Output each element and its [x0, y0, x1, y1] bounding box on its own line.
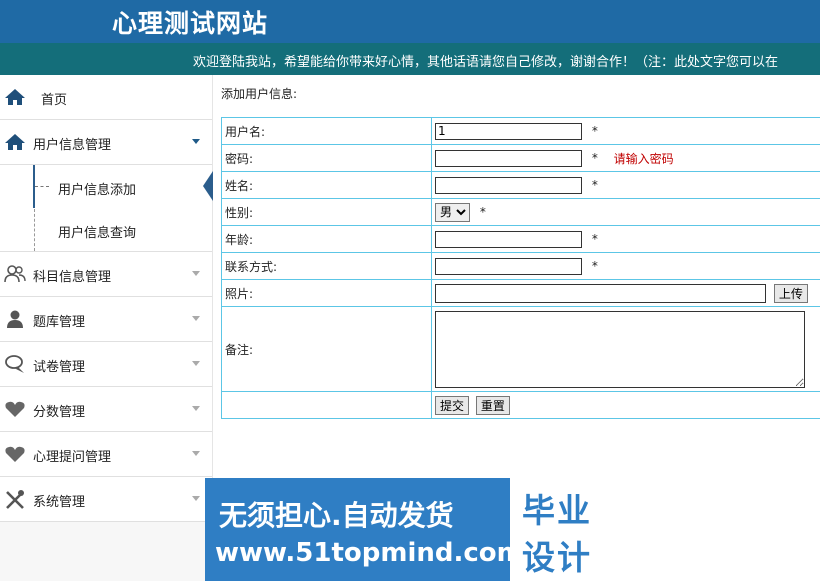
users-icon: [4, 265, 26, 283]
site-header: 心理测试网站: [0, 0, 820, 43]
sidebar-item-user-mgmt[interactable]: 用户信息管理: [0, 120, 212, 165]
tools-icon: [6, 490, 24, 509]
form-row-password: 密码: * 请输入密码: [221, 144, 820, 172]
sidebar-item-paper-mgmt[interactable]: 试卷管理: [0, 342, 212, 387]
form-row-actions: 提交 重置: [221, 391, 820, 419]
home-icon: [5, 89, 25, 105]
sidebar-item-label: 心理提问管理: [33, 450, 112, 465]
sidebar: 首页 用户信息管理 用户信息添加 用户信息查询 科目信息管理 题库管理 试卷管理: [0, 75, 213, 581]
sidebar-item-score-mgmt[interactable]: 分数管理: [0, 387, 212, 432]
chevron-down-icon: [192, 316, 200, 321]
sidebar-item-label: 用户信息管理: [33, 138, 112, 153]
home-icon: [5, 134, 25, 150]
sidebar-item-label: 科目信息管理: [33, 270, 112, 285]
form-row-photo: 照片: 上传: [221, 279, 820, 307]
gender-label: 性别:: [221, 198, 432, 226]
form-row-age: 年龄: *: [221, 225, 820, 253]
submenu-item-label: 用户信息添加: [58, 183, 137, 198]
site-title: 心理测试网站: [112, 9, 269, 38]
photo-path-input[interactable]: [435, 283, 766, 303]
username-input[interactable]: [435, 122, 582, 140]
sidebar-item-home[interactable]: 首页: [0, 75, 212, 120]
heart-icon: [5, 446, 25, 462]
user-form: 用户名: * 密码: * 请输入密码 姓名: * 性别: 男: [221, 117, 820, 419]
chevron-down-icon: [192, 271, 200, 276]
form-row-username: 用户名: *: [221, 117, 820, 145]
password-input[interactable]: [435, 149, 582, 167]
banner-badge: 毕业 设计: [510, 478, 614, 581]
required-mark: *: [591, 232, 598, 246]
age-label: 年龄:: [221, 225, 432, 253]
required-mark: *: [591, 151, 598, 165]
age-input[interactable]: [435, 230, 582, 248]
watermark-banner: 无须担心.自动发货 www.51topmind.com 毕业 设计: [205, 478, 614, 581]
required-mark: *: [591, 178, 598, 192]
sidebar-item-label: 题库管理: [33, 315, 86, 330]
sidebar-item-label: 试卷管理: [33, 360, 86, 375]
gender-select[interactable]: 男: [435, 202, 470, 222]
password-label: 密码:: [221, 144, 432, 172]
banner-badge-line1: 毕业: [522, 491, 592, 530]
sidebar-item-question-mgmt[interactable]: 心理提问管理: [0, 432, 212, 477]
form-row-name: 姓名: *: [221, 171, 820, 199]
sidebar-item-label: 系统管理: [33, 495, 86, 510]
submenu-item-label: 用户信息查询: [58, 226, 137, 241]
sidebar-item-subject-mgmt[interactable]: 科目信息管理: [0, 252, 212, 297]
sidebar-item-label: 分数管理: [33, 405, 86, 420]
chevron-down-icon: [192, 139, 200, 144]
person-icon: [7, 310, 23, 328]
chevron-down-icon: [192, 451, 200, 456]
heart-icon: [5, 401, 25, 417]
submenu-item-add-user[interactable]: 用户信息添加: [0, 165, 213, 208]
required-mark: *: [591, 124, 598, 138]
sidebar-item-label: 首页: [41, 93, 68, 108]
marquee-bar: 欢迎登陆我站，希望能给你带来好心情，其他话语请您自己修改，谢谢合作！（注：此处文…: [0, 43, 820, 75]
password-hint: 请输入密码: [613, 151, 674, 166]
sidebar-item-question-bank[interactable]: 题库管理: [0, 297, 212, 342]
banner-slogan: 无须担心.自动发货: [219, 499, 454, 532]
chevron-down-icon: [192, 406, 200, 411]
remark-textarea[interactable]: [435, 310, 805, 388]
required-mark: *: [479, 205, 486, 219]
required-mark: *: [591, 259, 598, 273]
form-row-remark: 备注:: [221, 306, 820, 392]
contact-input[interactable]: [435, 257, 582, 275]
user-submenu: 用户信息添加 用户信息查询: [0, 165, 213, 252]
contact-label: 联系方式:: [221, 252, 432, 280]
remark-label: 备注:: [221, 306, 432, 392]
form-title: 添加用户信息:: [221, 87, 298, 101]
chevron-down-icon: [192, 496, 200, 501]
sidebar-item-system-mgmt[interactable]: 系统管理: [0, 477, 212, 522]
submit-button[interactable]: 提交: [435, 395, 470, 415]
name-input[interactable]: [435, 176, 582, 194]
active-caret-icon: [203, 171, 213, 201]
chat-icon: [5, 355, 24, 373]
name-label: 姓名:: [221, 171, 432, 199]
username-label: 用户名:: [221, 117, 432, 145]
form-row-gender: 性别: 男 *: [221, 198, 820, 226]
chevron-down-icon: [192, 361, 200, 366]
banner-url: www.51topmind.com: [215, 538, 524, 568]
tree-dash: [35, 186, 49, 187]
photo-label: 照片:: [221, 279, 432, 307]
reset-button[interactable]: 重置: [475, 395, 510, 415]
upload-button[interactable]: 上传: [773, 283, 808, 303]
submenu-item-query-user[interactable]: 用户信息查询: [0, 208, 212, 251]
form-row-contact: 联系方式: *: [221, 252, 820, 280]
banner-badge-line2: 设计: [522, 538, 592, 577]
marquee-text: 欢迎登陆我站，希望能给你带来好心情，其他话语请您自己修改，谢谢合作！（注：此处文…: [193, 55, 779, 70]
